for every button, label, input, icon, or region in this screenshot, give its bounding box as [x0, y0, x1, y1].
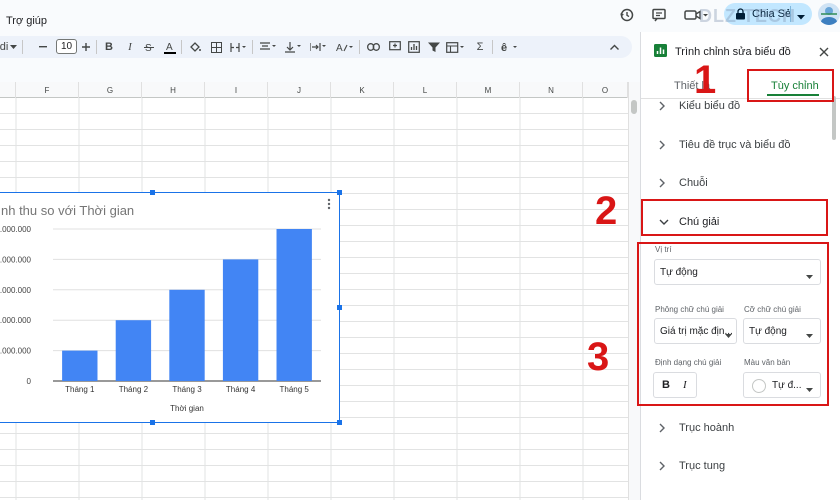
y-tick-label: 00.000.000 [0, 316, 32, 325]
chevron-down-icon[interactable] [9, 39, 17, 55]
column-header[interactable]: G [79, 82, 142, 98]
panel-scrollbar[interactable] [832, 96, 836, 140]
y-tick-label: 0 [27, 377, 32, 386]
resize-handle[interactable] [337, 305, 342, 310]
borders-icon[interactable] [209, 39, 223, 55]
vertical-align-icon[interactable] [284, 39, 302, 55]
chevron-right-icon [659, 423, 669, 433]
resize-handle[interactable] [337, 420, 342, 425]
x-axis-title: Thời gian [170, 404, 204, 413]
insert-link-icon[interactable] [366, 39, 380, 55]
svg-text:A: A [166, 42, 173, 53]
section-vertical-axis[interactable]: Trục tung [641, 455, 831, 477]
svg-text:ê: ê [501, 42, 507, 53]
annotation-number-3: 3 [587, 335, 610, 379]
column-header[interactable]: F [16, 82, 79, 98]
input-tools-icon[interactable]: ê [499, 39, 519, 55]
svg-text:A: A [336, 43, 343, 53]
chevron-right-icon [659, 101, 669, 111]
y-tick-label: 00.000.000 [0, 286, 32, 295]
y-tick-label: 00.000.000 [0, 225, 32, 234]
font-menu-partial[interactable]: di [0, 39, 8, 55]
avatar[interactable] [818, 3, 840, 25]
text-wrapping-icon[interactable] [309, 39, 327, 55]
bar [115, 320, 152, 381]
column-header[interactable]: N [520, 82, 583, 98]
column-header[interactable]: H [142, 82, 205, 98]
watermark-logo: DLZ TECH [699, 6, 796, 26]
filter-icon[interactable] [427, 39, 441, 55]
column-header[interactable]: M [457, 82, 520, 98]
annotation-box-3 [637, 242, 829, 406]
app-root: Trợ giúp Chia Sẻ DLZ TECH di 10 B I A A … [0, 0, 840, 500]
chevron-right-icon [659, 461, 669, 471]
section-series[interactable]: Chuỗi [641, 172, 831, 194]
section-horizontal-axis[interactable]: Trục hoành [641, 417, 831, 439]
functions-icon[interactable]: Σ [474, 39, 486, 55]
column-header[interactable]: K [331, 82, 394, 98]
annotation-number-1: 1 [694, 58, 717, 102]
font-size-input[interactable]: 10 [56, 39, 77, 54]
x-tick-label: Tháng 2 [119, 385, 149, 394]
bar-chart-plot: 0 00.000.000 00.000.000 00.000.000 00.000.00… [0, 225, 321, 413]
menu-help[interactable]: Trợ giúp [6, 15, 47, 27]
embedded-chart[interactable]: nh thu so với Thời gian 000.000.00000.00… [0, 190, 342, 425]
annotation-number-2: 2 [595, 189, 618, 233]
column-header[interactable]: O [583, 82, 628, 98]
column-header[interactable]: J [268, 82, 331, 98]
horizontal-align-icon[interactable] [259, 39, 277, 55]
column-header[interactable]: L [394, 82, 457, 98]
merge-cells-icon[interactable] [229, 39, 247, 55]
text-rotation-icon[interactable]: A [334, 39, 354, 55]
resize-handle[interactable] [150, 420, 155, 425]
section-axis-titles[interactable]: Tiêu đề trục và biểu đồ [641, 134, 831, 156]
x-tick-label: Tháng 4 [226, 385, 256, 394]
formatting-toolbar: di 10 B I S A A Σ ê [0, 36, 632, 58]
column-headers: F G H I J K L M N O [0, 82, 628, 98]
decrease-font-size-icon[interactable] [38, 39, 48, 55]
insert-chart-icon[interactable] [407, 39, 421, 55]
panel-title: Trình chỉnh sửa biểu đồ [675, 46, 791, 58]
scrollbar-thumb[interactable] [631, 100, 637, 114]
insert-comment-icon[interactable] [388, 39, 402, 55]
comment-icon[interactable] [650, 6, 668, 24]
bold-icon[interactable]: B [103, 39, 115, 55]
filter-views-icon[interactable] [445, 39, 465, 55]
annotation-box-2 [641, 199, 828, 236]
x-tick-label: Tháng 5 [280, 385, 310, 394]
close-icon[interactable] [819, 44, 829, 62]
bar [62, 350, 98, 381]
bar [276, 229, 312, 381]
annotation-box-1 [747, 69, 834, 102]
y-tick-label: 00.000.000 [0, 347, 32, 356]
italic-icon[interactable]: I [124, 39, 136, 55]
column-header[interactable]: I [205, 82, 268, 98]
bar [222, 259, 259, 381]
fill-color-icon[interactable] [188, 39, 202, 55]
x-tick-label: Tháng 1 [65, 385, 95, 394]
chevron-right-icon [659, 140, 669, 150]
bar [169, 289, 205, 381]
resize-handle[interactable] [150, 190, 155, 195]
top-bar: Trợ giúp Chia Sẻ DLZ TECH [0, 0, 840, 32]
resize-handle[interactable] [337, 190, 342, 195]
chevron-right-icon [659, 178, 669, 188]
chevron-up-icon[interactable] [608, 39, 620, 55]
text-color-icon[interactable]: A [163, 39, 177, 55]
history-icon[interactable] [618, 6, 636, 24]
chart-icon [654, 44, 667, 62]
x-tick-label: Tháng 3 [172, 385, 202, 394]
y-tick-label: 00.000.000 [0, 255, 32, 264]
increase-font-size-icon[interactable] [81, 39, 91, 55]
strikethrough-icon[interactable]: S [143, 39, 155, 55]
chevron-down-icon[interactable] [797, 11, 805, 23]
